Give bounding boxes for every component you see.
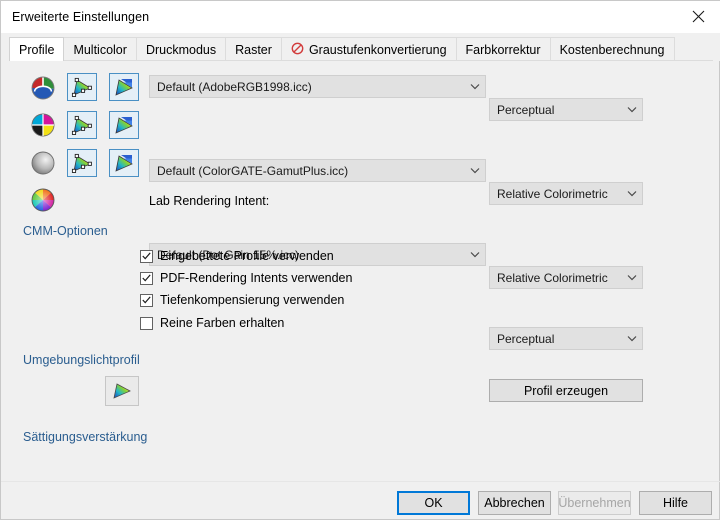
chevron-down-icon — [622, 274, 642, 281]
advanced-settings-dialog: Erweiterte Einstellungen Profile Multico… — [0, 0, 720, 520]
tab-label: Multicolor — [73, 42, 127, 57]
gamut-edit-icon — [71, 115, 92, 135]
chevron-down-icon — [465, 251, 485, 258]
profile-tab-panel: Default (AdobeRGB1998.icc) Perceptual De… — [9, 61, 713, 481]
cancel-button[interactable]: Abbrechen — [478, 491, 551, 515]
tab-raster[interactable]: Raster — [225, 37, 282, 61]
checkbox-box — [140, 249, 153, 263]
intent-combo-value: Perceptual — [497, 102, 555, 117]
gamut-curve-button-rgb[interactable] — [109, 73, 139, 101]
light-profile-icon — [113, 383, 131, 399]
intent-combo-value: Relative Colorimetric — [497, 270, 608, 285]
gamut-edit-button-rgb[interactable] — [67, 73, 97, 101]
prohibited-icon — [291, 42, 304, 58]
gamut-curve-icon — [115, 155, 133, 172]
chevron-down-icon — [622, 106, 642, 113]
tab-label: Druckmodus — [145, 42, 217, 57]
gamut-edit-icon — [71, 77, 92, 97]
intent-combo-value: Relative Colorimetric — [497, 186, 608, 201]
checkbox-pdf-rendering-intents[interactable]: PDF-Rendering Intents verwenden — [140, 271, 352, 285]
chevron-down-icon — [465, 83, 485, 90]
profile-combo-value: Default (ColorGATE-GamutPlus.icc) — [157, 163, 349, 178]
tab-profile[interactable]: Profile — [9, 37, 65, 61]
gamut-curve-icon — [115, 79, 133, 96]
tab-graustufenkonvertierung[interactable]: Graustufenkonvertierung — [280, 37, 457, 61]
intent-combo-rgb[interactable]: Perceptual — [489, 98, 643, 121]
lab-wheel-icon — [30, 187, 56, 213]
chevron-down-icon — [622, 190, 642, 197]
intent-combo-cmyk[interactable]: Relative Colorimetric — [489, 182, 643, 205]
apply-button: Übernehmen — [558, 491, 631, 515]
tab-label: Farbkorrektur — [465, 42, 541, 57]
gamut-curve-button-gray[interactable] — [109, 149, 139, 177]
checkbox-label: Tiefenkompensierung verwenden — [160, 293, 345, 307]
profile-combo-rgb[interactable]: Default (AdobeRGB1998.icc) — [149, 75, 486, 98]
tab-label: Kostenberechnung — [559, 42, 665, 57]
check-icon — [142, 252, 151, 260]
help-button[interactable]: Hilfe — [639, 491, 712, 515]
tab-label: Profile — [19, 42, 55, 57]
check-icon — [142, 274, 151, 282]
tab-druckmodus[interactable]: Druckmodus — [135, 37, 227, 61]
tab-farbkorrektur[interactable]: Farbkorrektur — [455, 37, 551, 61]
tab-label: Graustufenkonvertierung — [308, 42, 447, 57]
checkbox-box — [140, 293, 153, 307]
lab-intent-combo-value: Perceptual — [497, 331, 555, 346]
gamut-edit-button-cmyk[interactable] — [67, 111, 97, 139]
gamut-curve-button-cmyk[interactable] — [109, 111, 139, 139]
cmm-options-heading: CMM-Optionen — [23, 224, 108, 238]
cmyk-pie-icon — [30, 112, 56, 138]
rgb-sphere-icon — [30, 75, 56, 101]
gamut-edit-button-gray[interactable] — [67, 149, 97, 177]
light-profile-icon-button[interactable] — [105, 376, 139, 406]
gray-sphere-icon — [30, 150, 56, 176]
profile-combo-value: Default (AdobeRGB1998.icc) — [157, 79, 312, 94]
checkbox-box — [140, 271, 153, 285]
tab-list: Profile Multicolor Druckmodus Raster Gra… — [9, 37, 675, 61]
footer-separator — [1, 481, 720, 482]
title-bar: Erweiterte Einstellungen — [1, 1, 720, 33]
lab-intent-combo[interactable]: Perceptual — [489, 327, 643, 350]
lab-rendering-intent-label: Lab Rendering Intent: — [149, 194, 270, 208]
checkbox-eingebettete-profile[interactable]: Eingebettete Profile verwenden — [140, 249, 334, 263]
chevron-down-icon — [465, 167, 485, 174]
checkbox-label: PDF-Rendering Intents verwenden — [160, 271, 353, 285]
close-icon[interactable] — [676, 1, 720, 31]
tab-multicolor[interactable]: Multicolor — [63, 37, 137, 61]
ok-button[interactable]: OK — [397, 491, 470, 515]
checkbox-box — [140, 316, 153, 330]
gamut-edit-icon — [71, 153, 92, 173]
tab-bar: Profile Multicolor Druckmodus Raster Gra… — [1, 33, 720, 61]
intent-combo-gray[interactable]: Relative Colorimetric — [489, 266, 643, 289]
gamut-curve-icon — [115, 117, 133, 134]
saturation-boost-heading: Sättigungsverstärkung — [23, 430, 148, 444]
tab-kostenberechnung[interactable]: Kostenberechnung — [549, 37, 675, 61]
check-icon — [142, 296, 151, 304]
checkbox-label: Reine Farben erhalten — [160, 316, 285, 330]
tab-label: Raster — [235, 42, 272, 57]
checkbox-reine-farben-erhalten[interactable]: Reine Farben erhalten — [140, 316, 284, 330]
create-profile-button[interactable]: Profil erzeugen — [489, 379, 643, 402]
window-title: Erweiterte Einstellungen — [12, 10, 150, 24]
checkbox-label: Eingebettete Profile verwenden — [160, 249, 334, 263]
ambient-light-profile-heading: Umgebungslichtprofil — [23, 353, 140, 367]
profile-combo-cmyk[interactable]: Default (ColorGATE-GamutPlus.icc) — [149, 159, 486, 182]
checkbox-tiefenkompensierung[interactable]: Tiefenkompensierung verwenden — [140, 293, 344, 307]
chevron-down-icon — [622, 335, 642, 342]
